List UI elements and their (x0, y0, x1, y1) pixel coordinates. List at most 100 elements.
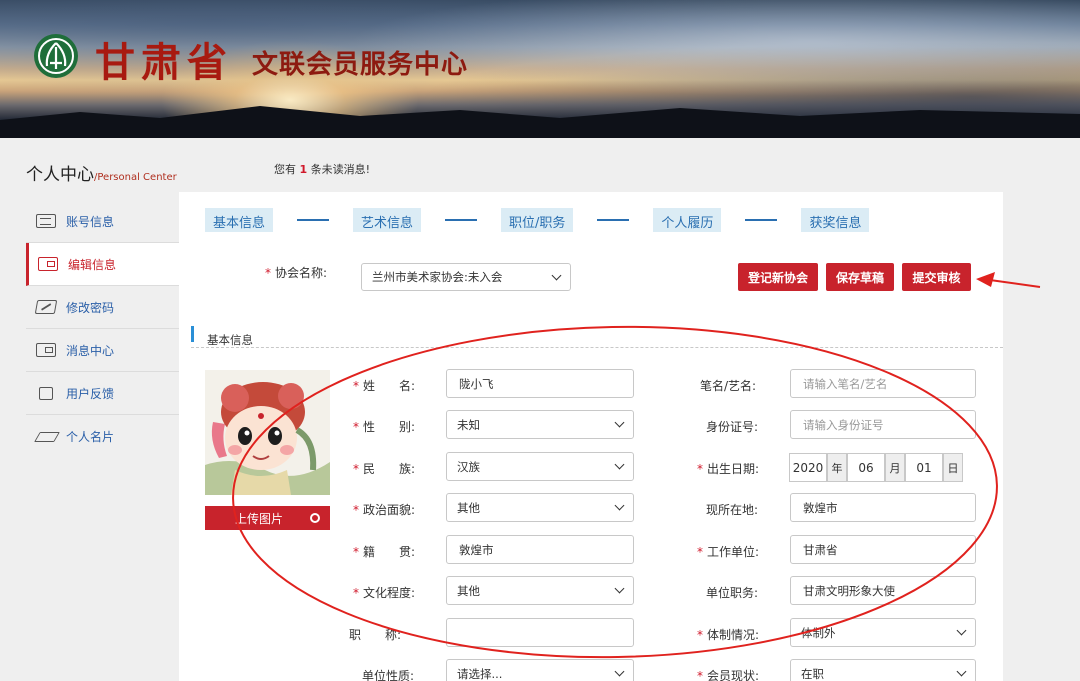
location-label: 现所在地: (706, 503, 759, 517)
chevron-down-icon (956, 666, 967, 677)
association-select[interactable]: 兰州市美术家协会:未入会 (361, 263, 571, 291)
sidebar-item-label: 修改密码 (66, 300, 115, 315)
gender-value: 未知 (457, 417, 480, 432)
chevron-down-icon (614, 666, 625, 677)
title-label: 职 称: (349, 628, 402, 642)
sidebar: 账号信息 编辑信息 修改密码 消息中心 用户反馈 个人名片 (26, 200, 179, 458)
section-accent-bar (191, 326, 194, 342)
tab-basic-info[interactable]: 基本信息 (205, 208, 274, 232)
political-value: 其他 (457, 500, 480, 515)
required-mark: * (697, 462, 703, 476)
sidebar-item-messages[interactable]: 消息中心 (26, 329, 179, 372)
name-label: * 姓 名: (353, 377, 415, 394)
unread-count: 1 (299, 163, 308, 176)
avatar (205, 370, 330, 495)
employer-label: * 工作单位: (697, 543, 759, 560)
association-select-value: 兰州市美术家协会:未入会 (372, 270, 503, 284)
chevron-down-icon (614, 583, 625, 594)
tab-position[interactable]: 职位/职务 (501, 208, 574, 232)
sidebar-item-edit-info[interactable]: 编辑信息 (26, 243, 179, 286)
ethnicity-select[interactable]: 汉族 (446, 452, 634, 481)
native-place-input[interactable]: 敦煌市 (446, 535, 634, 564)
member-status-value: 在职 (801, 666, 824, 681)
birth-date-label-text: 出生日期: (707, 462, 760, 476)
tab-resume[interactable]: 个人履历 (653, 208, 722, 232)
banner-title-main: 甘肃省 (95, 39, 233, 86)
save-draft-button[interactable]: 保存草稿 (826, 263, 894, 291)
step-connector (445, 219, 478, 221)
birth-date-picker[interactable]: 2020 年 06 月 01 日 (789, 453, 963, 482)
avatar-illustration (205, 370, 330, 495)
ethnicity-label: * 民 族: (353, 460, 415, 477)
title-input[interactable] (446, 618, 634, 647)
education-select[interactable]: 其他 (446, 576, 634, 605)
birth-day[interactable]: 01 (905, 453, 943, 482)
gender-select[interactable]: 未知 (446, 410, 634, 439)
education-label-text: 文化程度: (363, 586, 416, 600)
sidebar-item-feedback[interactable]: 用户反馈 (26, 372, 179, 415)
political-select[interactable]: 其他 (446, 493, 634, 522)
banner-mountains (0, 106, 1080, 138)
system-label: * 体制情况: (697, 626, 759, 643)
register-association-button[interactable]: 登记新协会 (738, 263, 818, 291)
chevron-down-icon (614, 459, 625, 470)
name-input[interactable]: 陇小飞 (446, 369, 634, 398)
id-card-input[interactable]: 请输入身份证号 (790, 410, 976, 439)
required-mark: * (697, 628, 703, 642)
gender-label-text: 性 别: (363, 420, 416, 434)
native-place-label: * 籍 贯: (353, 543, 415, 560)
tab-art-info[interactable]: 艺术信息 (353, 208, 422, 232)
account-list-icon (36, 214, 56, 228)
native-place-label-text: 籍 贯: (363, 545, 416, 559)
association-label: * 协会名称: (265, 264, 327, 281)
education-value: 其他 (457, 583, 480, 598)
page-title-cn: 个人中心 (26, 165, 94, 185)
edit-card-icon (38, 257, 58, 271)
birth-year[interactable]: 2020 (789, 453, 827, 482)
feedback-icon (39, 386, 53, 400)
sidebar-item-account[interactable]: 账号信息 (26, 200, 179, 243)
required-mark: * (697, 669, 703, 681)
section-title: 基本信息 (207, 333, 253, 347)
sidebar-item-change-password[interactable]: 修改密码 (26, 286, 179, 329)
gender-label: * 性 别: (353, 418, 415, 435)
chevron-down-icon (956, 625, 967, 636)
member-status-select[interactable]: 在职 (790, 659, 976, 681)
pen-icon (34, 300, 58, 314)
education-label: * 文化程度: (353, 584, 415, 601)
birth-month[interactable]: 06 (847, 453, 885, 482)
submit-review-button[interactable]: 提交审核 (902, 263, 971, 291)
political-label: * 政治面貌: (353, 501, 415, 518)
system-value: 体制外 (801, 625, 836, 640)
federation-logo-icon (34, 34, 78, 78)
unread-notice[interactable]: 您有 1 条未读消息! (274, 161, 370, 177)
sidebar-item-label: 账号信息 (66, 214, 115, 229)
header-banner: 甘肃省 文联会员服务中心 (0, 0, 1080, 138)
notice-prefix: 您有 (274, 163, 296, 176)
member-status-label-text: 会员现状: (707, 669, 760, 681)
ethnicity-value: 汉族 (457, 459, 480, 474)
political-label-text: 政治面貌: (363, 503, 416, 517)
system-select[interactable]: 体制外 (790, 618, 976, 647)
system-label-text: 体制情况: (707, 628, 760, 642)
employer-input[interactable]: 甘肃省 (790, 535, 976, 564)
id-card-label: 身份证号: (706, 420, 759, 434)
content-panel: 基本信息 艺术信息 职位/职务 个人履历 获奖信息 * 协会名称: 兰州市美术家协… (179, 192, 1003, 681)
required-mark: * (265, 266, 271, 280)
upload-icon (310, 513, 320, 523)
unit-type-select[interactable]: 请选择... (446, 659, 634, 681)
tab-awards[interactable]: 获奖信息 (801, 208, 870, 232)
name-label-text: 姓 名: (363, 379, 416, 393)
position-input[interactable]: 甘肃文明形象大使 (790, 576, 976, 605)
required-mark: * (353, 462, 359, 476)
upload-image-button[interactable]: 上传图片 (205, 506, 330, 530)
upload-label: 上传图片 (235, 511, 284, 526)
required-mark: * (353, 503, 359, 517)
section-header: 基本信息 (191, 326, 1003, 348)
ethnicity-label-text: 民 族: (363, 462, 416, 476)
notice-suffix: 条未读消息! (310, 163, 371, 176)
required-mark: * (353, 420, 359, 434)
location-input[interactable]: 敦煌市 (790, 493, 976, 522)
pen-name-input[interactable]: 请输入笔名/艺名 (790, 369, 976, 398)
sidebar-item-business-card[interactable]: 个人名片 (26, 415, 179, 458)
